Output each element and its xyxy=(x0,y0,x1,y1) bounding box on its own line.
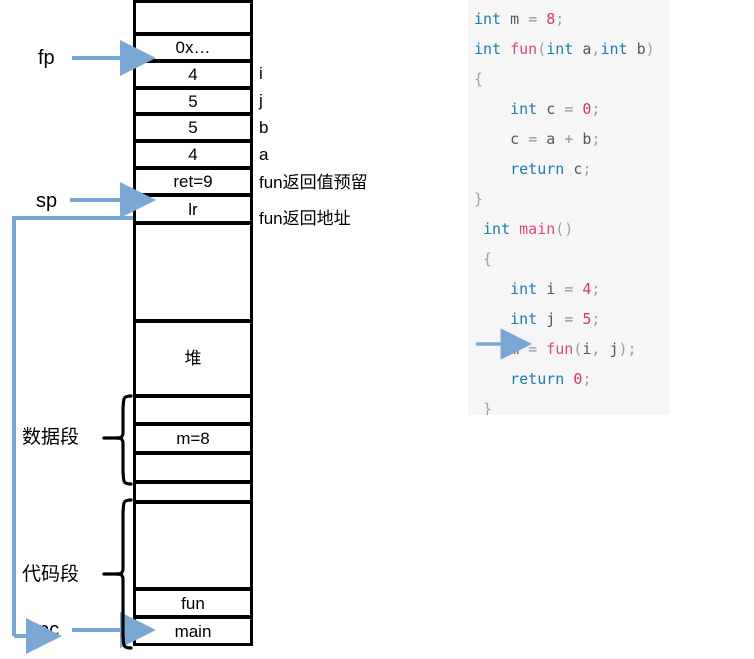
code-line-14: } xyxy=(483,400,493,415)
code-line-8: int main() xyxy=(483,220,574,238)
code-line-6: return c; xyxy=(510,160,592,178)
code-line-10: int i = 4; xyxy=(510,280,601,298)
source-code-panel: int m = 8; int fun(int a,int b) { int c … xyxy=(468,0,670,415)
diagram-connectors xyxy=(12,40,156,654)
code-line-1: int m = 8; xyxy=(474,10,565,28)
code-line-2: int fun(int a,int b) xyxy=(474,40,655,58)
code-line-13: return 0; xyxy=(510,370,592,388)
data-segment-bracket xyxy=(102,394,133,486)
memory-layout-diagram: 0x… 4 5 5 4 ret=9 lr 堆 m=8 fun main i j … xyxy=(0,0,460,659)
code-segment-bracket xyxy=(102,498,133,650)
code-line-7: } xyxy=(474,190,484,208)
code-line-11: int j = 5; xyxy=(510,310,601,328)
code-line-3: { xyxy=(474,70,484,88)
code-line-9: { xyxy=(483,250,493,268)
code-line-5: c = a + b; xyxy=(510,130,601,148)
current-line-arrow xyxy=(476,328,532,360)
code-line-4: int c = 0; xyxy=(510,100,601,118)
